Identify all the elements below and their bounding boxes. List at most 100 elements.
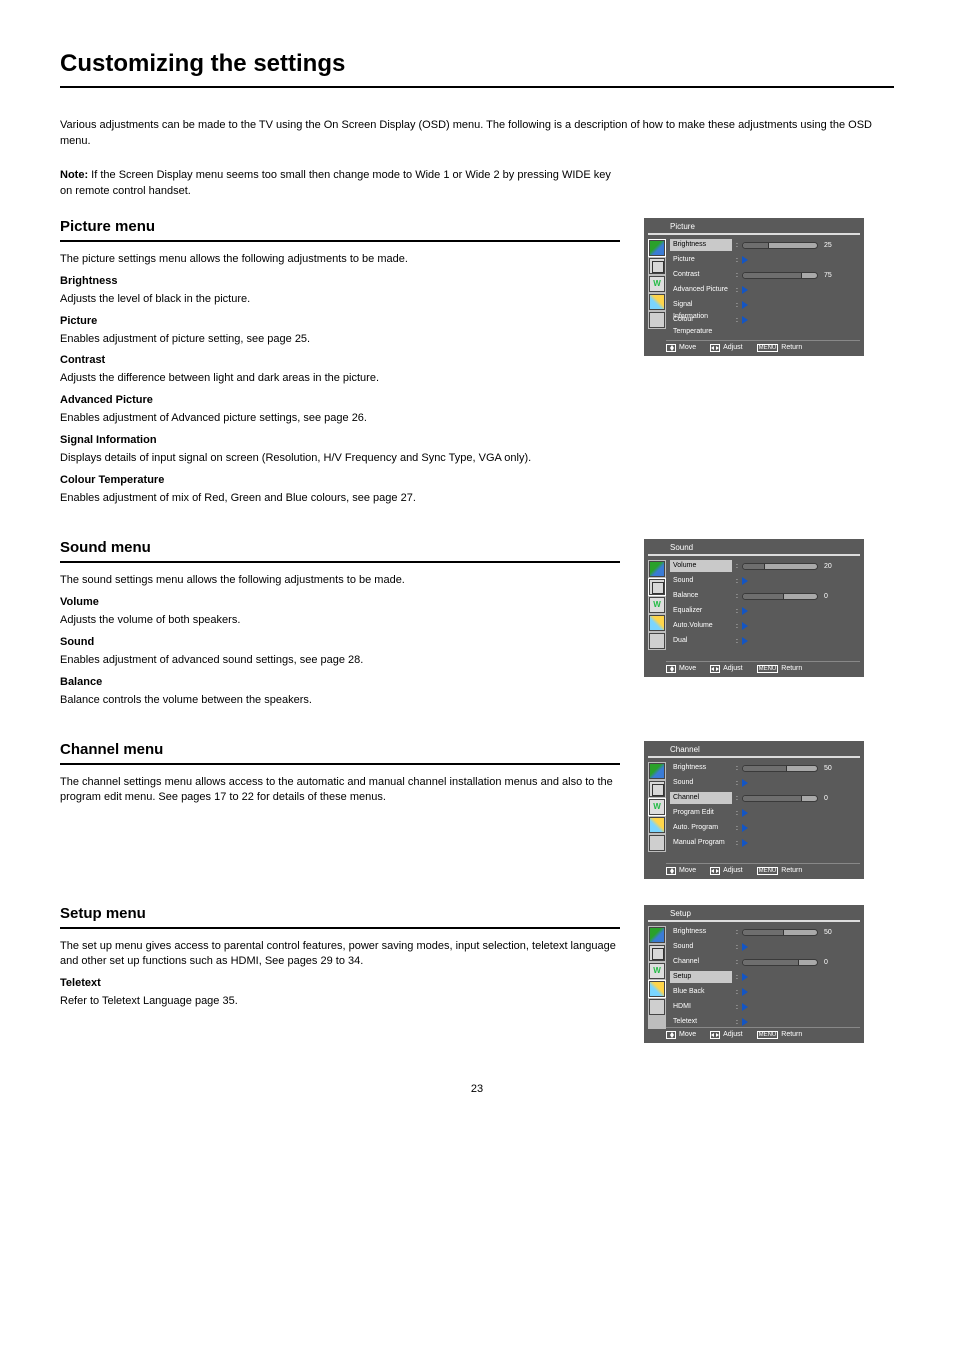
setup-icon[interactable] — [649, 615, 665, 631]
osd-menu-item[interactable]: Setup: — [670, 971, 858, 984]
osd-menu-item[interactable]: Colour Temperature: — [670, 314, 858, 327]
channel-icon[interactable]: W — [649, 276, 665, 292]
picture-icon[interactable] — [649, 763, 665, 779]
osd-separator: : — [736, 765, 738, 772]
nav-leftright-icon — [710, 665, 720, 673]
section-sound: Sound menu The sound settings menu allow… — [60, 539, 894, 715]
picture-icon[interactable] — [649, 240, 665, 256]
channel-icon[interactable]: W — [649, 597, 665, 613]
nav-updown-icon — [666, 867, 676, 875]
osd-footer-return-label: Return — [781, 344, 802, 351]
osd-menu-item[interactable]: Program Edit: — [670, 807, 858, 820]
osd-slider[interactable] — [742, 242, 818, 249]
osd-separator: : — [736, 302, 738, 309]
osd-slider[interactable] — [742, 593, 818, 600]
note-block: Note: If the Screen Display menu seems t… — [60, 168, 620, 200]
nav-leftright-icon — [710, 1031, 720, 1039]
sound-icon[interactable] — [649, 258, 665, 274]
section-heading-picture: Picture menu — [60, 218, 620, 242]
osd-footer-adjust: Adjust — [710, 867, 742, 875]
osd-menu-item[interactable]: Channel:0 — [670, 956, 858, 969]
osd-title: Channel — [644, 741, 864, 756]
osd-slider[interactable] — [742, 929, 818, 936]
osd-menu-item[interactable]: Contrast:75 — [670, 269, 858, 282]
osd-menu-item[interactable]: Auto.Volume: — [670, 620, 858, 633]
chevron-right-icon — [742, 988, 748, 996]
osd-menu-item[interactable]: Balance:0 — [670, 590, 858, 603]
osd-menu-item[interactable]: Brightness:50 — [670, 926, 858, 939]
osd-item-label: Blue Back — [670, 986, 732, 998]
picture-sub-ct-h: Colour Temperature — [60, 473, 620, 489]
sound-icon[interactable] — [649, 945, 665, 961]
chevron-right-icon — [742, 1018, 748, 1026]
section-heading-sound: Sound menu — [60, 539, 620, 563]
osd-menu-item[interactable]: Channel:0 — [670, 792, 858, 805]
osd-menu-item[interactable]: Auto. Program: — [670, 822, 858, 835]
osd-divider — [648, 233, 860, 235]
osd-menu-item[interactable]: Equalizer: — [670, 605, 858, 618]
channel-icon[interactable]: W — [649, 963, 665, 979]
osd-slider[interactable] — [742, 272, 818, 279]
osd-picture: Picture W Brightness:25 Picture: Contrast:75… — [644, 218, 864, 356]
osd-divider — [648, 554, 860, 556]
osd-rows: Brightness:50 Sound: Channel:0 Program Edit… — [670, 762, 864, 852]
osd-menu-item[interactable]: Manual Program: — [670, 837, 858, 850]
osd-menu-item[interactable]: Blue Back: — [670, 986, 858, 999]
osd-menu-item[interactable]: Advanced Picture: — [670, 284, 858, 297]
section-setup: Setup menu The set up menu gives access … — [60, 905, 894, 1043]
sound-sub-balance-t: Balance controls the volume between the … — [60, 693, 620, 709]
osd-menu-item[interactable]: Sound: — [670, 777, 858, 790]
sound-icon[interactable] — [649, 579, 665, 595]
menu-icon: MENU — [757, 344, 779, 352]
osd-slider-value: 20 — [824, 563, 838, 570]
setup-icon[interactable] — [649, 817, 665, 833]
page-title: Customizing the settings — [60, 50, 894, 88]
osd-menu-item[interactable]: HDMI: — [670, 1001, 858, 1014]
language-icon[interactable] — [649, 835, 665, 851]
osd-footer-return: MENUReturn — [757, 867, 803, 875]
osd-title: Picture — [644, 218, 864, 233]
chevron-right-icon — [742, 1003, 748, 1011]
sound-icon[interactable] — [649, 781, 665, 797]
setup-sub-tt-t: Refer to Teletext Language page 35. — [60, 994, 620, 1010]
osd-item-label: Contrast — [670, 269, 732, 281]
osd-footer-return: MENUReturn — [757, 665, 803, 673]
language-icon[interactable] — [649, 633, 665, 649]
picture-sub-brightness-t: Adjusts the level of black in the pictur… — [60, 292, 620, 308]
channel-icon[interactable]: W — [649, 799, 665, 815]
osd-item-label: Picture — [670, 254, 732, 266]
osd-slider-value: 0 — [824, 959, 838, 966]
osd-footer-move: Move — [666, 1031, 696, 1039]
nav-leftright-icon — [710, 344, 720, 352]
language-icon[interactable] — [649, 312, 665, 328]
osd-slider[interactable] — [742, 563, 818, 570]
menu-icon: MENU — [757, 1031, 779, 1039]
osd-menu-item[interactable]: Brightness:50 — [670, 762, 858, 775]
picture-icon[interactable] — [649, 561, 665, 577]
osd-setup: SetupWBrightness:50Sound:Channel:0Setup:… — [644, 905, 864, 1043]
osd-menu-item[interactable]: Volume:20 — [670, 560, 858, 573]
setup-icon[interactable] — [649, 981, 665, 997]
chevron-right-icon — [742, 577, 748, 585]
osd-menu-item[interactable]: Dual: — [670, 635, 858, 648]
picture-sub-ct-t: Enables adjustment of mix of Red, Green … — [60, 491, 620, 507]
osd-slider[interactable] — [742, 959, 818, 966]
picture-icon[interactable] — [649, 927, 665, 943]
language-icon[interactable] — [649, 999, 665, 1015]
osd-slider[interactable] — [742, 765, 818, 772]
setup-icon[interactable] — [649, 294, 665, 310]
picture-sub-picture-t: Enables adjustment of picture setting, s… — [60, 332, 620, 348]
sound-sub-sound-h: Sound — [60, 635, 620, 651]
osd-menu-item[interactable]: Brightness:25 — [670, 239, 858, 252]
osd-menu-item[interactable]: Signal Information: — [670, 299, 858, 312]
osd-menu-item[interactable]: Picture: — [670, 254, 858, 267]
osd-separator: : — [736, 780, 738, 787]
osd-menu-item[interactable]: Sound: — [670, 575, 858, 588]
osd-slider[interactable] — [742, 795, 818, 802]
osd-screenshot: Picture W Brightness:25 Picture: Contrast:75… — [644, 218, 864, 356]
osd-footer-adjust: Adjust — [710, 344, 742, 352]
osd-footer-adjust: Adjust — [710, 665, 742, 673]
osd-divider — [648, 756, 860, 758]
osd-menu-item[interactable]: Sound: — [670, 941, 858, 954]
osd-title: Sound — [644, 539, 864, 554]
